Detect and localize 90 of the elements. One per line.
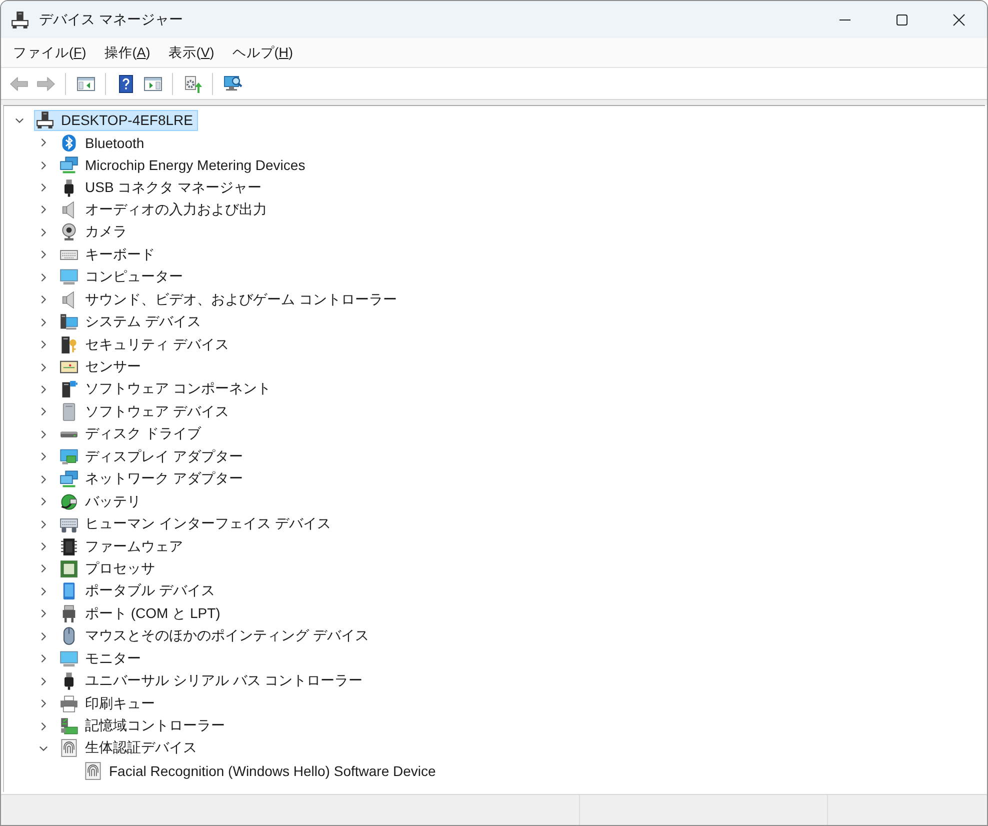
printer-icon [60,694,78,713]
chevron-right-icon[interactable] [38,250,48,260]
tree-item[interactable]: キーボード [58,244,160,266]
chip-icon [60,538,78,556]
tower-icon [60,402,78,421]
tree-item[interactable]: ソフトウェア デバイス [58,401,234,422]
tree-item[interactable]: モニター [58,648,146,670]
monitor-icon [60,268,78,286]
chevron-right-icon[interactable] [38,676,48,686]
webcam-icon [60,223,78,242]
chevron-down-icon[interactable] [38,744,48,753]
chevron-right-icon[interactable] [38,407,48,416]
tree-item[interactable]: DESKTOP-4EF8LRE [34,110,198,131]
tree-item[interactable]: ユニバーサル シリアル バス コントローラー [58,670,368,692]
tree-item[interactable]: ヒューマン インターフェイス デバイス [58,514,336,535]
tree-item[interactable]: ポート (COM と LPT) [58,603,226,624]
chevron-right-icon[interactable] [38,295,48,304]
tower-component-icon [60,380,78,398]
tree-item[interactable]: ディスプレイ アダプター [58,446,248,468]
chevron-right-icon[interactable] [38,430,48,439]
tree-item[interactable]: ファームウェア [58,536,188,558]
tree-item[interactable]: マウスとそのほかのポインティング デバイス [58,626,374,647]
tree-item[interactable]: システム デバイス [58,312,206,333]
chevron-right-icon[interactable] [38,497,48,506]
chevron-down-icon[interactable] [14,116,24,125]
tree-item[interactable]: カメラ [58,222,132,243]
port-connector-icon [60,604,78,623]
chevron-right-icon[interactable] [38,318,48,327]
chevron-right-icon[interactable] [38,272,48,282]
tree-item[interactable]: プロセッサ [58,558,160,580]
chevron-right-icon[interactable] [38,520,48,529]
computer-monitor-icon [60,313,78,332]
network-monitors-icon [60,156,78,174]
chevron-right-icon[interactable] [38,474,48,484]
menu-item[interactable]: 表示(V) [159,40,224,64]
tree-item[interactable]: 印刷キュー [58,693,160,714]
chevron-right-icon[interactable] [38,699,48,708]
tree-item[interactable]: Microchip Energy Metering Devices [58,154,310,176]
chevron-right-icon[interactable] [38,564,48,574]
chevron-right-icon[interactable] [38,183,48,192]
monitor-magnifier-icon [222,74,242,94]
tree-item[interactable]: Bluetooth [58,132,150,154]
tree-item[interactable]: 生体認証デバイス [58,738,202,759]
chevron-right-icon[interactable] [38,160,48,170]
chevron-right-icon[interactable] [38,632,48,641]
bluetooth-icon [60,134,78,152]
tree-item[interactable]: ソフトウェア コンポーネント [58,378,276,400]
tree-item[interactable]: バッテリ [58,491,146,512]
disk-drive-icon [60,430,78,438]
controller-card-icon [60,717,78,736]
menu-item[interactable]: ファイル(F) [4,40,96,64]
chevron-right-icon[interactable] [38,586,48,596]
battery-plug-icon [60,492,78,511]
tree-item[interactable]: Facial Recognition (Windows Hello) Software Device [82,760,441,782]
chevron-right-icon[interactable] [38,722,48,731]
processor-icon [60,560,78,578]
fingerprint-icon [84,762,102,780]
tree-item[interactable]: オーディオの入力および出力 [58,199,272,220]
tree-item[interactable]: セキュリティ デバイス [58,334,234,356]
tree-item[interactable]: サウンド、ビデオ、およびゲーム コントローラー [58,289,402,310]
tree-item[interactable]: コンピューター [58,266,188,288]
network-monitors-icon [60,470,78,488]
fingerprint-icon [60,739,78,758]
tree-item[interactable]: センサー [58,356,146,378]
chevron-right-icon[interactable] [38,542,48,552]
maximize-icon [896,14,908,26]
chevron-right-icon[interactable] [38,384,48,394]
tree-item[interactable]: ネットワーク アダプター [58,468,248,490]
chevron-right-icon[interactable] [38,654,48,664]
chevron-right-icon[interactable] [38,609,48,618]
monitor-icon [60,650,78,668]
menu-item[interactable]: ヘルプ(H) [223,40,302,64]
chevron-right-icon[interactable] [38,205,48,214]
chevron-right-icon[interactable] [38,228,48,237]
tree-item[interactable]: USB コネクタ マネージャー [58,177,267,198]
tower-key-icon [60,336,78,354]
close-icon [952,14,964,26]
gear-up-arrow-icon [182,74,202,94]
tree-item[interactable]: ポータブル デバイス [58,580,220,602]
window-title: デバイス マネージャー [39,10,183,28]
network-computer-icon [11,10,29,28]
chevron-right-icon[interactable] [38,362,48,372]
display-card-icon [60,448,78,466]
network-computer-icon [36,111,54,130]
tree-item[interactable]: ディスク ドライブ [58,424,206,445]
chevron-right-icon[interactable] [38,340,48,350]
chevron-right-icon[interactable] [38,138,48,148]
chevron-right-icon[interactable] [38,452,48,462]
tree-item[interactable]: 記憶域コントローラー [58,716,230,737]
menu-item[interactable]: 操作(A) [95,40,160,64]
